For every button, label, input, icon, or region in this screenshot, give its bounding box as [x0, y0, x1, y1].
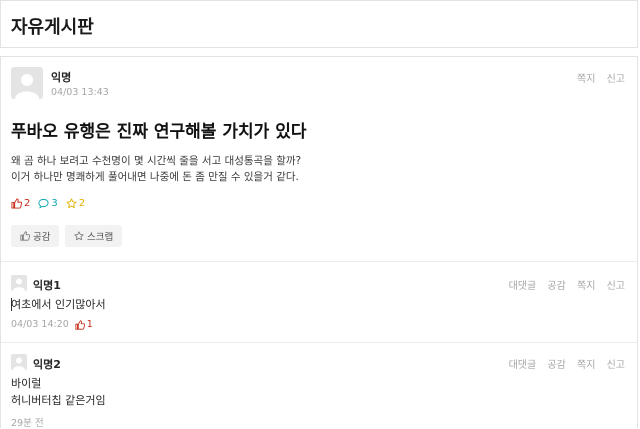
post-body-line: 왜 곰 하나 보려고 수천명이 몇 시간씩 줄을 서고 대성통곡을 할까? — [11, 155, 302, 167]
scrap-count: 2 — [66, 198, 85, 209]
scrap-count-value: 2 — [78, 198, 86, 209]
like-button[interactable]: 공감 — [11, 225, 60, 247]
message-button[interactable]: 쪽지 — [577, 74, 595, 85]
comment-text-line: 허니버터칩 같은거임 — [11, 394, 106, 407]
comment-text: 여초에서 인기많아서 — [11, 296, 106, 313]
comment-like-button[interactable]: 공감 — [547, 360, 565, 371]
comment-text-line: 바이럴 — [11, 377, 42, 390]
article: 익명 04/03 13:43 쪽지 신고 푸바오 유행은 진짜 연구해볼 가치가… — [0, 56, 638, 429]
comment-like-count: 1 — [75, 319, 93, 330]
comment-count: 3 — [38, 198, 58, 209]
reply-button[interactable]: 대댓글 — [509, 360, 537, 371]
comment-time: 04/03 14:20 — [11, 319, 69, 330]
like-count: 2 — [11, 198, 30, 209]
divider — [1, 342, 637, 343]
thumbs-up-icon — [11, 198, 22, 209]
comment-report-button[interactable]: 신고 — [607, 360, 625, 371]
post-body-line: 이거 하나만 명쾌하게 풀어내면 나중에 돈 좀 만질 수 있을거 같다. — [11, 171, 299, 183]
report-button[interactable]: 신고 — [607, 74, 625, 85]
comment-text-line: 여초에서 인기많아서 — [11, 298, 106, 311]
reply-button[interactable]: 대댓글 — [509, 281, 537, 292]
post-counts: 2 3 2 — [11, 198, 85, 209]
comment-time: 29분 전 — [11, 418, 44, 429]
board-title[interactable]: 자유게시판 — [11, 13, 94, 39]
speech-bubble-icon — [38, 198, 49, 209]
comment-author: 익명1 — [33, 279, 61, 292]
comment-text: 바이럴 허니버터칩 같은거임 — [11, 375, 106, 409]
comment-avatar-icon — [11, 354, 27, 370]
comment-count-value: 3 — [51, 198, 58, 209]
thumbs-up-icon — [20, 231, 30, 241]
board-header: 자유게시판 — [0, 0, 638, 48]
comment-like-button[interactable]: 공감 — [547, 281, 565, 292]
comment-meta: 04/03 14:20 1 — [11, 319, 93, 330]
post-actions: 쪽지 신고 — [569, 70, 625, 85]
scrap-button-label: 스크랩 — [87, 232, 114, 243]
comment-message-button[interactable]: 쪽지 — [577, 360, 595, 371]
comment-report-button[interactable]: 신고 — [607, 281, 625, 292]
comment-like-count-value: 1 — [86, 319, 93, 330]
comment-actions: 대댓글 공감 쪽지 신고 — [501, 356, 625, 371]
thumbs-up-icon — [75, 319, 85, 330]
comment-author: 익명2 — [33, 358, 61, 371]
comment-actions: 대댓글 공감 쪽지 신고 — [501, 277, 625, 292]
divider — [1, 261, 637, 262]
scrap-button[interactable]: 스크랩 — [65, 225, 123, 247]
author-avatar-icon — [11, 67, 43, 99]
star-icon — [74, 231, 84, 241]
comment-avatar-icon — [11, 275, 27, 291]
post-title: 푸바오 유행은 진짜 연구해볼 가치가 있다 — [11, 122, 307, 142]
star-icon — [66, 198, 77, 209]
comment-message-button[interactable]: 쪽지 — [577, 281, 595, 292]
post-body: 왜 곰 하나 보려고 수천명이 몇 시간씩 줄을 서고 대성통곡을 할까? 이거… — [11, 153, 301, 185]
like-count-value: 2 — [24, 198, 31, 209]
like-button-label: 공감 — [33, 232, 51, 243]
post-author: 익명 — [51, 71, 72, 84]
comment-meta: 29분 전 — [11, 415, 44, 429]
post-time: 04/03 13:43 — [51, 87, 109, 98]
